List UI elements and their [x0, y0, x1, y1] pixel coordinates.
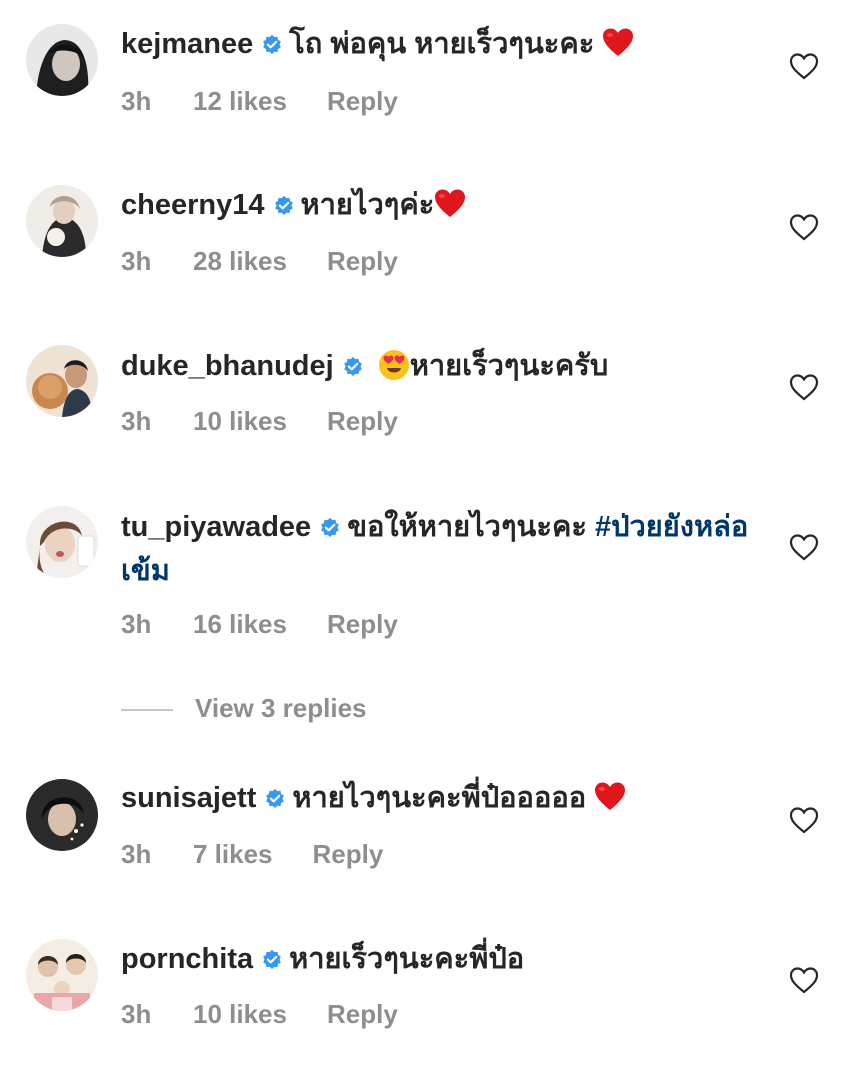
- timestamp: 3h: [121, 999, 152, 1029]
- username-link[interactable]: tu_piyawadee: [121, 511, 311, 543]
- comment-text-line: tu_piyawadee ขอให้หายไวๆนะคะ #ป่วยยังหล่อ…: [121, 505, 761, 593]
- username-link[interactable]: kejmanee: [121, 28, 253, 60]
- timestamp: 3h: [121, 246, 152, 276]
- likes-count[interactable]: 28 likes: [193, 246, 287, 276]
- comment-text-line: kejmanee โถ พ่อคุน หายเร็วๆนะคะ: [121, 22, 761, 66]
- reply-button[interactable]: Reply: [313, 839, 384, 869]
- avatar-photo-icon: [26, 24, 98, 96]
- comment-text-line: pornchita หายเร็วๆนะคะพี่ป๋อ: [121, 937, 761, 981]
- avatar[interactable]: [26, 779, 98, 851]
- likes-count[interactable]: 10 likes: [193, 406, 287, 436]
- replies-divider: [121, 709, 173, 712]
- like-heart-icon[interactable]: [789, 533, 819, 561]
- reply-button[interactable]: Reply: [327, 999, 398, 1029]
- username-link[interactable]: sunisajett: [121, 782, 256, 814]
- reply-button[interactable]: Reply: [327, 406, 398, 436]
- avatar[interactable]: [26, 506, 98, 578]
- username-link[interactable]: pornchita: [121, 943, 253, 975]
- comment-meta: 3h 12 likes Reply: [121, 86, 398, 116]
- avatar[interactable]: [26, 24, 98, 96]
- comment-text: หายไวๆค่ะ: [300, 189, 435, 221]
- comment-meta: 3h 10 likes Reply: [121, 406, 398, 436]
- avatar-photo-icon: [26, 939, 98, 1011]
- avatar-photo-icon: [26, 345, 98, 417]
- comment-meta: 3h 16 likes Reply: [121, 609, 398, 639]
- timestamp: 3h: [121, 609, 152, 639]
- comment-meta: 3h 7 likes Reply: [121, 839, 383, 869]
- timestamp: 3h: [121, 839, 152, 869]
- comment-text-line: duke_bhanudej หายเร็วๆนะครับ: [121, 344, 761, 388]
- comment-text: โถ พ่อคุน หายเร็วๆนะคะ: [289, 28, 595, 60]
- verified-badge-icon: [266, 788, 285, 808]
- red-heart-emoji-icon: [603, 28, 634, 56]
- avatar-photo-icon: [26, 185, 98, 257]
- verified-badge-icon: [263, 949, 281, 969]
- reply-button[interactable]: Reply: [327, 609, 398, 639]
- view-replies-label: View 3 replies: [195, 693, 367, 723]
- like-heart-icon[interactable]: [789, 966, 819, 994]
- avatar[interactable]: [26, 185, 98, 257]
- like-heart-icon[interactable]: [789, 213, 819, 241]
- verified-badge-icon: [263, 34, 282, 54]
- likes-count[interactable]: 7 likes: [193, 839, 273, 869]
- username-link[interactable]: cheerny14: [121, 189, 265, 221]
- like-heart-icon[interactable]: [789, 52, 819, 80]
- comment-meta: 3h 10 likes Reply: [121, 999, 398, 1029]
- reply-button[interactable]: Reply: [327, 86, 398, 116]
- avatar-photo-icon: [26, 779, 98, 851]
- verified-badge-icon: [274, 195, 293, 215]
- comment-text: หายไวๆนะคะพี่ป๋อออออ: [292, 782, 587, 814]
- verified-badge-icon: [343, 356, 362, 376]
- avatar[interactable]: [26, 345, 98, 417]
- comment-text: ขอให้หายไวๆนะคะ: [347, 511, 587, 543]
- comment-text-line: sunisajett หายไวๆนะคะพี่ป๋อออออ: [121, 776, 761, 820]
- like-heart-icon[interactable]: [789, 373, 819, 401]
- verified-badge-icon: [321, 517, 339, 537]
- reply-button[interactable]: Reply: [327, 246, 398, 276]
- comment-text-line: cheerny14 หายไวๆค่ะ: [121, 183, 761, 227]
- comment-meta: 3h 28 likes Reply: [121, 246, 398, 276]
- comment-text: หายเร็วๆนะคะพี่ป๋อ: [289, 943, 525, 975]
- likes-count[interactable]: 12 likes: [193, 86, 287, 116]
- red-heart-emoji-icon: [435, 189, 466, 217]
- timestamp: 3h: [121, 86, 152, 116]
- username-link[interactable]: duke_bhanudej: [121, 350, 334, 382]
- likes-count[interactable]: 10 likes: [193, 999, 287, 1029]
- like-heart-icon[interactable]: [789, 806, 819, 834]
- red-heart-emoji-icon: [595, 782, 626, 810]
- avatar[interactable]: [26, 939, 98, 1011]
- view-replies-button[interactable]: View 3 replies: [121, 692, 367, 724]
- likes-count[interactable]: 16 likes: [193, 609, 287, 639]
- heart-eyes-emoji-icon: [378, 350, 409, 380]
- avatar-photo-icon: [26, 506, 98, 578]
- comment-text: หายเร็วๆนะครับ: [409, 350, 609, 382]
- timestamp: 3h: [121, 406, 152, 436]
